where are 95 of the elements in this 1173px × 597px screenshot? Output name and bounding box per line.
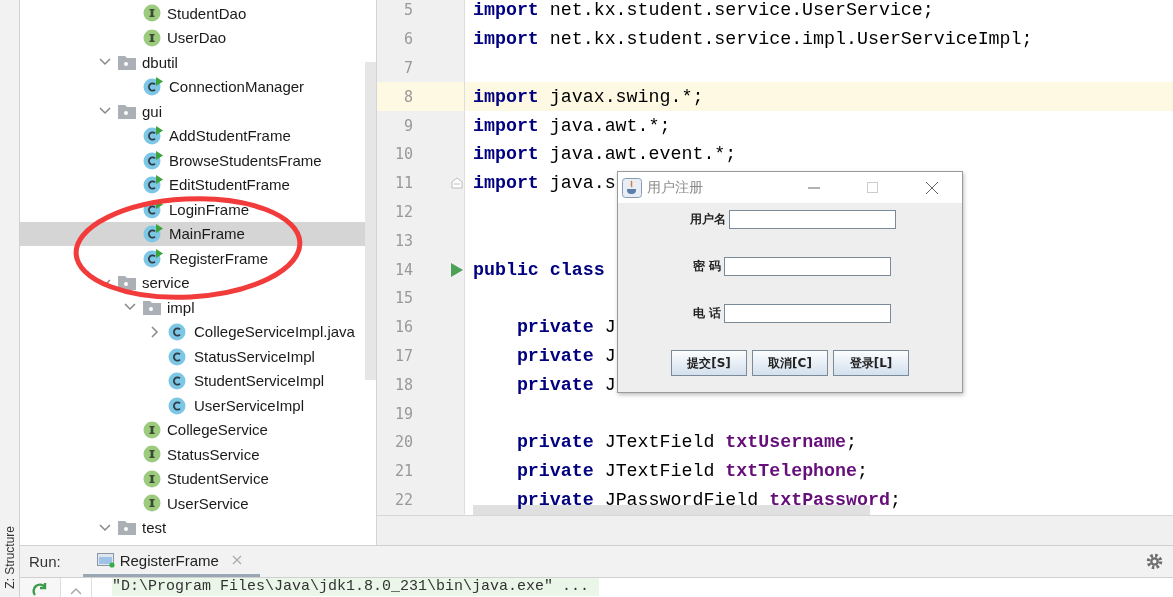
class-icon	[168, 371, 188, 391]
field-label: 密 码	[691, 257, 721, 275]
dialog-button[interactable]: 提交[S]	[671, 350, 747, 376]
rerun-icon[interactable]	[32, 583, 48, 597]
line-number: 15	[393, 289, 413, 308]
code-line: private JTextField txtTelephone;	[515, 461, 868, 482]
run-icon[interactable]	[451, 262, 463, 277]
tree-item[interactable]: StatusService	[20, 442, 365, 467]
code-line: private JPasswordField txtPassword;	[515, 489, 901, 510]
tree-item[interactable]: ConnectionManager	[20, 74, 365, 99]
line-number: 6	[402, 30, 413, 49]
line-number: 10	[393, 145, 413, 164]
code-line: private J	[515, 345, 616, 366]
folder-icon	[118, 520, 136, 536]
tree-item[interactable]: BrowseStudentsFrame	[20, 148, 365, 173]
code-line: private J	[515, 317, 616, 338]
tree-item[interactable]: EditStudentFrame	[20, 172, 365, 197]
class-icon	[168, 346, 188, 366]
code-line: public class	[473, 259, 605, 280]
code-line: private J	[515, 374, 616, 395]
runnable-class-icon	[143, 77, 163, 97]
tree-item[interactable]: test	[20, 515, 365, 540]
interface-icon	[143, 28, 161, 47]
line-number: 18	[393, 375, 413, 394]
line-number: 7	[402, 59, 413, 77]
interface-icon	[143, 494, 161, 513]
line-number: 5	[402, 1, 413, 20]
tree-item[interactable]: UserDao	[20, 25, 365, 50]
folder-icon	[118, 103, 136, 119]
code-line: import java.s	[473, 173, 616, 194]
folder-icon	[143, 299, 161, 315]
input-field[interactable]	[724, 303, 891, 323]
line-number: 14	[393, 260, 413, 279]
window-icon	[96, 552, 115, 568]
interface-icon	[143, 445, 161, 464]
line-number: 13	[393, 231, 413, 250]
scrollbar-thumb[interactable]	[365, 62, 376, 380]
tree-item[interactable]: gui	[20, 99, 365, 124]
line-number: 11	[393, 174, 413, 193]
fold-icon[interactable]	[451, 177, 463, 190]
code-line: private JTextField txtUsername;	[515, 432, 857, 453]
settings-icon[interactable]	[1146, 553, 1163, 570]
dialog-button[interactable]: 登录[L]	[833, 350, 909, 376]
runnable-class-icon	[143, 175, 163, 195]
line-number: 17	[393, 346, 413, 365]
code-line: import net.kx.student.service.UserService;	[473, 0, 934, 21]
input-field[interactable]	[724, 256, 891, 276]
line-number: 9	[402, 116, 413, 135]
tree-item[interactable]: RegisterFrame	[20, 246, 365, 271]
interface-icon	[143, 420, 161, 439]
code-line: import java.awt.event.*;	[473, 144, 737, 165]
tree-item[interactable]: CollegeService	[20, 417, 365, 442]
line-number: 8	[402, 87, 413, 106]
line-number: 21	[393, 462, 413, 481]
tree-item[interactable]: StudentService	[20, 466, 365, 491]
tree-item[interactable]: LoginFrame	[20, 197, 365, 222]
class-icon	[168, 395, 188, 415]
runnable-class-icon	[143, 224, 163, 244]
class-icon	[168, 322, 188, 342]
runnable-class-icon	[143, 248, 163, 268]
tree-item[interactable]: UserService	[20, 491, 365, 516]
structure-tab[interactable]: Z: Structure	[2, 526, 17, 589]
line-number: 22	[393, 490, 413, 509]
tree-item[interactable]: StatusServiceImpl	[20, 344, 365, 369]
interface-icon	[143, 4, 161, 23]
java-cup-icon	[622, 177, 642, 198]
tree-item[interactable]: MainFrame	[20, 221, 365, 246]
runnable-class-icon	[143, 150, 163, 170]
run-label: Run:	[29, 553, 61, 570]
dialog-button[interactable]: 取消[C]	[752, 350, 828, 376]
tree-item[interactable]: AddStudentFrame	[20, 123, 365, 148]
interface-icon	[143, 469, 161, 488]
line-number: 19	[393, 404, 413, 423]
close-icon[interactable]	[925, 180, 939, 195]
field-label: 电 话	[691, 304, 721, 322]
line-number: 12	[393, 202, 413, 221]
code-line: import java.awt.*;	[473, 115, 671, 136]
folder-icon	[118, 275, 136, 291]
line-number: 20	[393, 433, 413, 452]
input-field[interactable]	[729, 209, 896, 229]
minimize-icon[interactable]	[808, 186, 820, 189]
field-label: 用户名	[689, 210, 726, 228]
tree-item[interactable]: StudentServiceImpl	[20, 368, 365, 393]
tree-item[interactable]: service	[20, 270, 365, 295]
tree-item[interactable]: UserServiceImpl	[20, 393, 365, 418]
runnable-class-icon	[143, 126, 163, 146]
line-number: 16	[393, 318, 413, 337]
code-line: import net.kx.student.service.impl.UserServiceImpl;	[473, 29, 1033, 50]
tree-item[interactable]: StudentDao	[20, 1, 365, 26]
dialog-title: 用户注册	[647, 178, 703, 197]
code-line: import javax.swing.*;	[473, 86, 704, 107]
tree-item[interactable]: impl	[20, 295, 365, 320]
tree-item[interactable]: dbutil	[20, 50, 365, 75]
tree-item[interactable]: CollegeServiceImpl.java	[20, 319, 365, 344]
folder-icon	[118, 54, 136, 70]
